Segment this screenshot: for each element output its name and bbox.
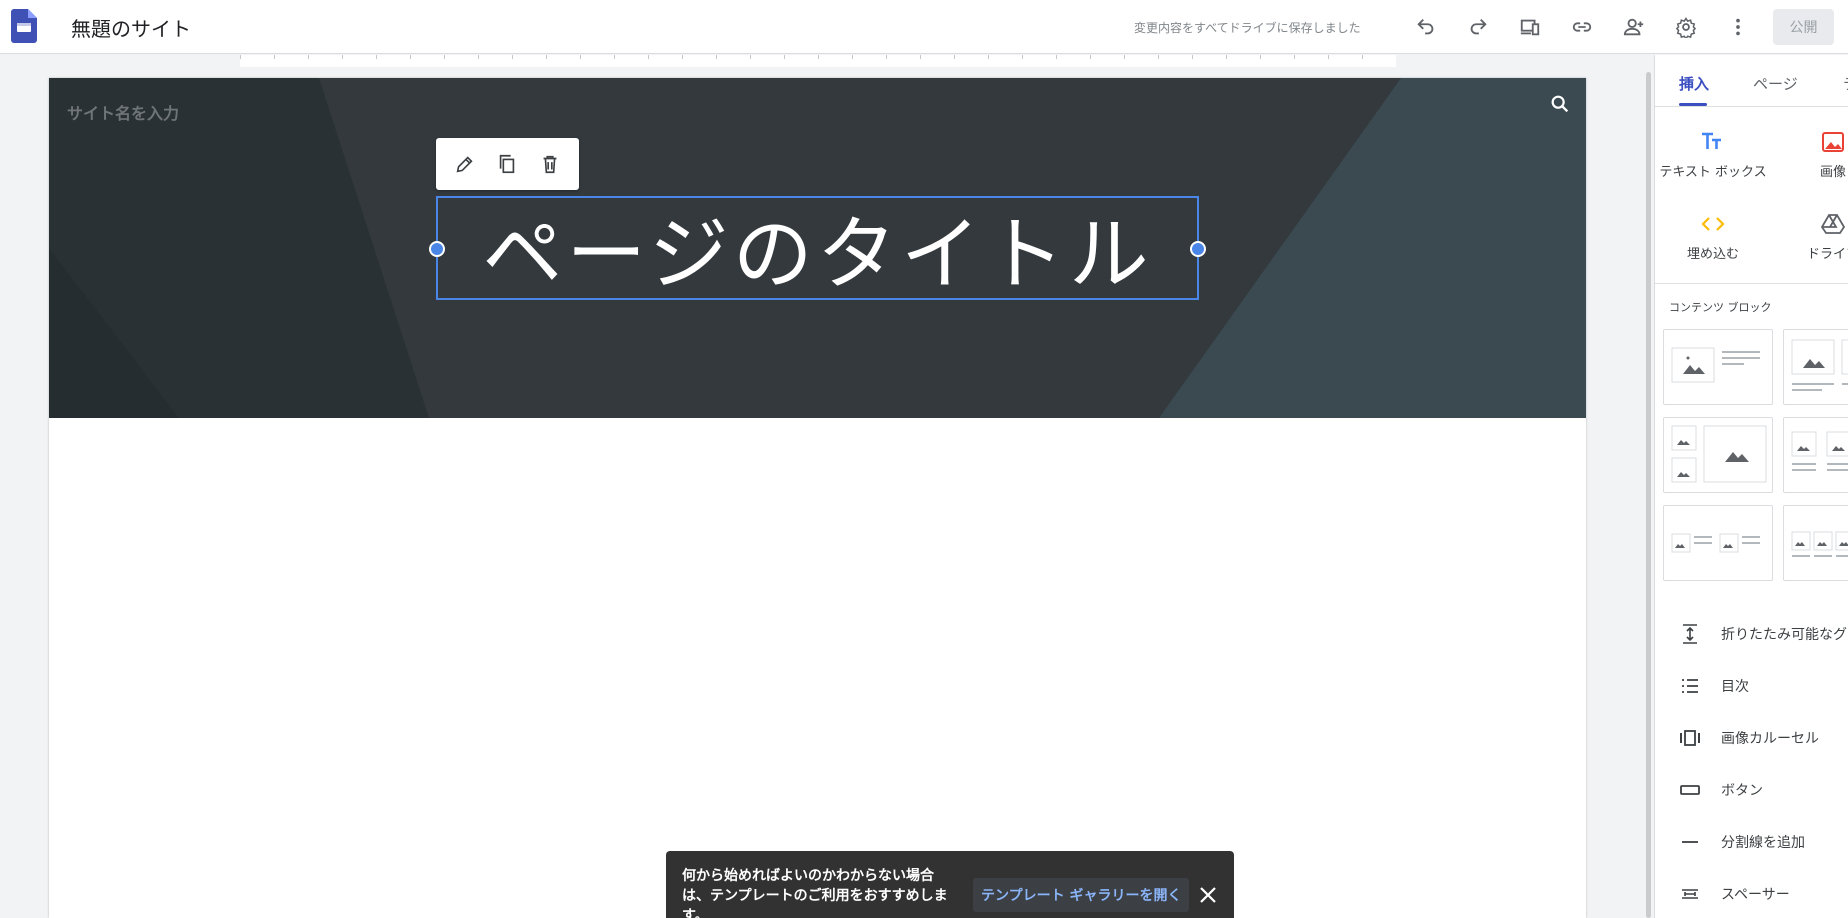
insert-table-of-contents[interactable]: 目次	[1679, 674, 1749, 698]
insert-image[interactable]: 画像	[1773, 129, 1848, 180]
ruler	[240, 55, 1396, 67]
redo-button[interactable]	[1462, 11, 1494, 43]
insert-drive[interactable]: ドライブ	[1773, 211, 1848, 262]
list-item-label: 画像カルーセル	[1721, 731, 1819, 747]
delete-button[interactable]	[535, 149, 565, 179]
copy-link-button[interactable]	[1566, 11, 1598, 43]
layout-thumbnail-icon	[1791, 531, 1848, 557]
undo-icon	[1417, 19, 1434, 35]
table-of-contents-icon	[1682, 679, 1698, 693]
insert-item-label: テキスト ボックス	[1659, 165, 1767, 180]
list-item-label: スペーサー	[1721, 887, 1790, 903]
devices-preview-icon	[1520, 19, 1540, 36]
layout-thumbnail-icon	[1671, 425, 1767, 483]
right-panel: 挿入 ページ テ テキスト ボックス 画像 埋め込む ドライブ コンテンツ ブロ…	[1654, 55, 1848, 918]
content-block-three-images[interactable]	[1783, 505, 1848, 581]
tab-insert[interactable]: 挿入	[1679, 73, 1709, 94]
preview-button[interactable]	[1514, 11, 1546, 43]
settings-button[interactable]	[1670, 11, 1702, 43]
tab-themes[interactable]: テ	[1843, 73, 1848, 94]
snackbar: 何から始めればよいのかわからない場合は、テンプレートのご利用をおすすめします。 …	[666, 851, 1234, 918]
list-item-label: 目次	[1721, 679, 1749, 695]
text-box-icon	[1702, 132, 1721, 149]
insert-collapsible-group[interactable]: 折りたたみ可能なグループ	[1679, 622, 1848, 646]
insert-item-label: ドライブ	[1806, 247, 1848, 262]
insert-embed[interactable]: 埋め込む	[1655, 211, 1773, 262]
undo-button[interactable]	[1410, 11, 1442, 43]
open-template-gallery-button[interactable]: テンプレート ギャラリーを開く	[973, 878, 1190, 912]
insert-text-box[interactable]: テキスト ボックス	[1655, 129, 1773, 180]
gear-icon	[1675, 17, 1697, 38]
resize-handle-left[interactable]	[429, 241, 445, 257]
image-carousel-icon	[1680, 730, 1700, 746]
more-vert-icon	[1736, 18, 1740, 36]
publish-button[interactable]: 公開	[1773, 9, 1834, 45]
embed-icon	[1701, 217, 1725, 231]
duplicate-button[interactable]	[492, 149, 522, 179]
page-title[interactable]: ページのタイトル	[482, 190, 1152, 306]
insert-divider[interactable]: 分割線を追加	[1679, 830, 1805, 854]
panel-tabs-divider	[1655, 106, 1848, 107]
add-person-icon	[1623, 18, 1644, 36]
insert-image-carousel[interactable]: 画像カルーセル	[1679, 726, 1819, 750]
top-bar: 無題のサイト 変更内容をすべてドライブに保存しました 公開	[0, 0, 1848, 54]
snackbar-message: 何から始めればよいのかわからない場合は、テンプレートのご利用をおすすめします。	[682, 868, 948, 918]
insert-spacer[interactable]: スペーサー	[1679, 882, 1790, 906]
layout-thumbnail-icon	[1671, 533, 1760, 553]
layout-thumbnail-icon	[1791, 339, 1848, 391]
search-icon[interactable]	[1549, 93, 1571, 115]
site-title-input[interactable]: 無題のサイト	[71, 13, 191, 42]
insert-item-label: 画像	[1819, 165, 1846, 180]
content-block-two-columns[interactable]	[1783, 329, 1848, 405]
canvas-scrollbar[interactable]	[1646, 72, 1651, 918]
list-item-label: 折りたたみ可能なグループ	[1721, 627, 1848, 643]
content-blocks-heading: コンテンツ ブロック	[1669, 301, 1772, 314]
list-item-label: 分割線を追加	[1721, 835, 1805, 851]
save-status: 変更内容をすべてドライブに保存しました	[1134, 21, 1361, 35]
pencil-icon	[456, 156, 473, 173]
content-block-three-columns[interactable]	[1783, 417, 1848, 493]
divider-icon	[1682, 841, 1698, 843]
spacer-icon	[1682, 889, 1698, 899]
content-block-image-text-pairs[interactable]	[1663, 505, 1773, 581]
redo-icon	[1470, 19, 1487, 35]
tab-pages[interactable]: ページ	[1753, 73, 1798, 94]
insert-item-label: 埋め込む	[1686, 247, 1739, 262]
more-options-button[interactable]	[1722, 11, 1754, 43]
collapsible-group-icon	[1683, 624, 1697, 644]
resize-handle-right[interactable]	[1190, 241, 1206, 257]
sites-logo-icon[interactable]	[11, 9, 37, 43]
layout-thumbnail-icon	[1671, 347, 1760, 383]
edit-button[interactable]	[450, 149, 480, 179]
insert-button[interactable]: ボタン	[1679, 778, 1763, 802]
layout-thumbnail-icon	[1791, 431, 1848, 471]
site-name-input[interactable]: サイト名を入力	[67, 100, 179, 124]
content-block-gallery-left[interactable]	[1663, 417, 1773, 493]
drive-icon	[1820, 214, 1846, 234]
list-item-label: ボタン	[1721, 783, 1763, 799]
trash-icon	[543, 155, 557, 174]
page-title-box[interactable]: ページのタイトル	[429, 196, 1206, 301]
content-block-image-text[interactable]	[1663, 329, 1773, 405]
image-icon	[1822, 132, 1844, 152]
button-icon	[1680, 785, 1700, 795]
element-toolbar	[436, 138, 579, 190]
link-icon	[1572, 22, 1592, 32]
close-icon[interactable]	[1196, 883, 1220, 907]
share-button[interactable]	[1618, 11, 1650, 43]
section-divider	[1655, 283, 1848, 284]
copy-icon	[500, 154, 515, 174]
